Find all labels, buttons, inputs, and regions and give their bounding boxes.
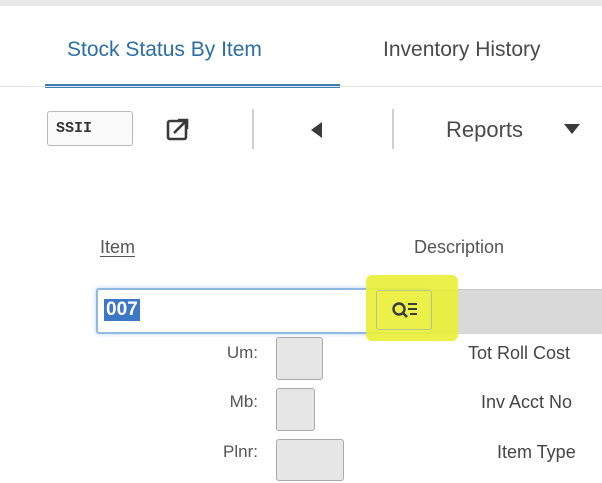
plnr-label: Plnr:	[223, 442, 258, 461]
item-input-value[interactable]: 007	[104, 299, 140, 321]
item-header-link[interactable]: Item	[100, 236, 135, 258]
um-field[interactable]	[276, 337, 323, 380]
search-list-icon	[392, 302, 417, 318]
item-lookup-button[interactable]	[376, 290, 432, 330]
tab-inventory-history[interactable]: Inventory History	[383, 37, 541, 63]
screen-code-field[interactable]: SSII	[47, 111, 133, 146]
item-type-label: Item Type	[497, 442, 576, 462]
toolbar-separator	[392, 109, 394, 149]
open-external-icon[interactable]	[165, 116, 191, 142]
tot-roll-cost-label: Tot Roll Cost	[468, 343, 571, 363]
caret-down-icon[interactable]	[563, 122, 581, 136]
inv-acct-no-label: Inv Acct No	[481, 392, 573, 412]
tab-stock-status-by-item[interactable]: Stock Status By Item	[67, 37, 262, 63]
toolbar-separator	[252, 109, 254, 149]
description-header: Description	[414, 237, 505, 257]
reports-menu-button[interactable]: Reports	[446, 117, 523, 143]
mb-field[interactable]	[276, 388, 315, 431]
tabbar-divider	[0, 86, 602, 87]
um-label: Um:	[226, 343, 258, 362]
plnr-field[interactable]	[276, 439, 344, 481]
mb-label: Mb:	[229, 392, 258, 411]
top-border	[0, 0, 602, 6]
previous-arrow-icon[interactable]	[308, 120, 326, 140]
